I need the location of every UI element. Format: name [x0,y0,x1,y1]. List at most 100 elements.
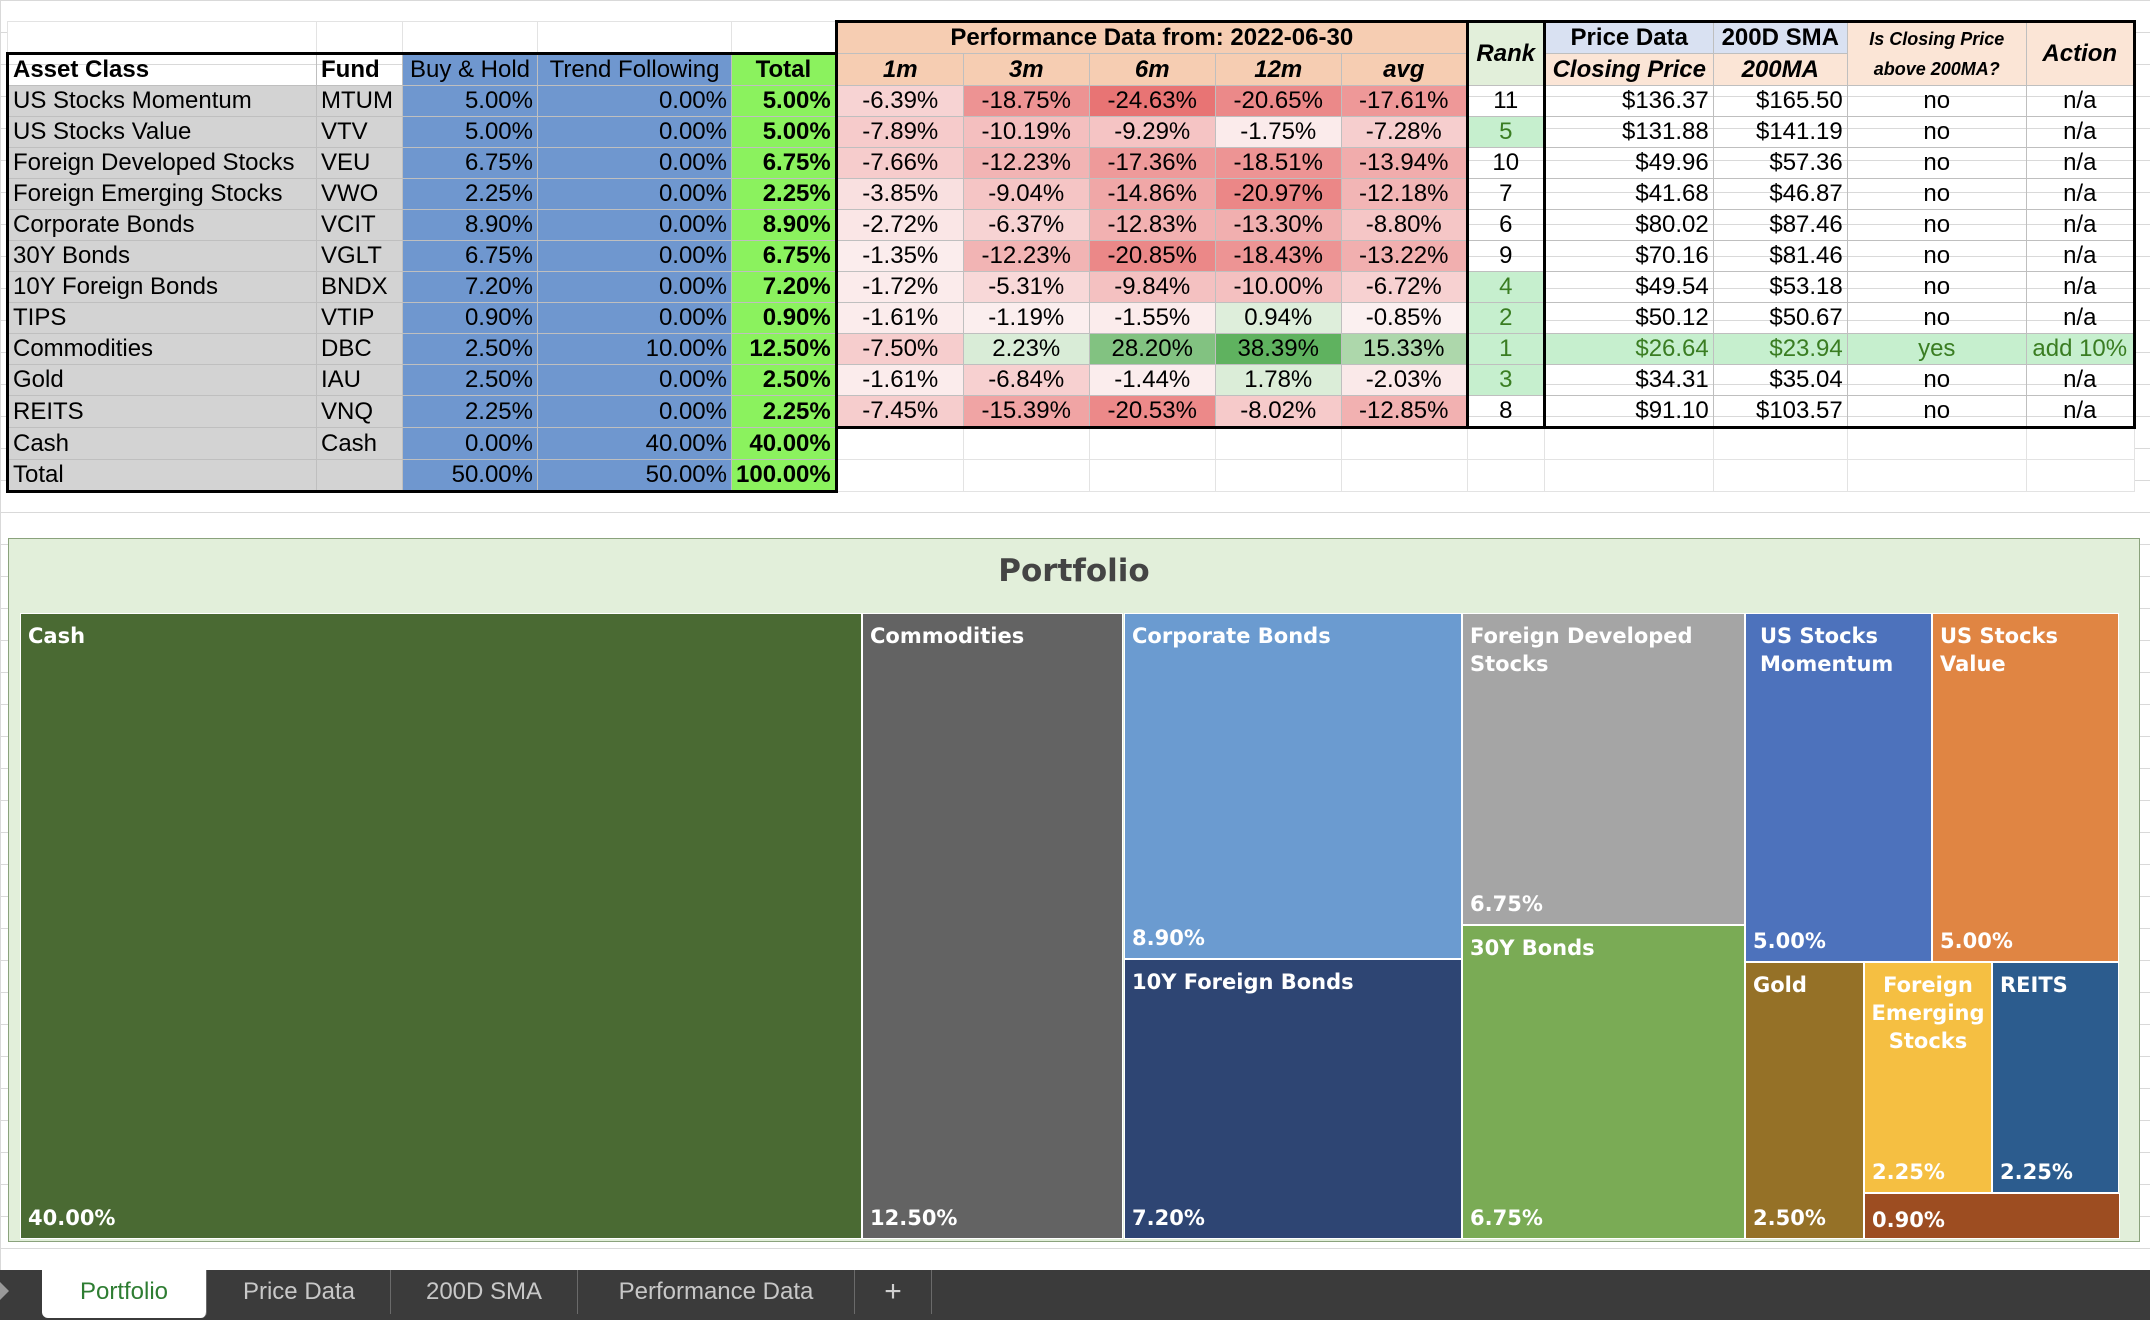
perf-avg-cell[interactable]: 15.33% [1340,333,1469,365]
action-cell[interactable]: n/a [2025,147,2136,179]
treemap-tile-10y-foreign-bonds[interactable]: 10Y Foreign Bonds 7.20% [1124,959,1462,1239]
perf-m6-cell[interactable]: -9.84% [1088,271,1216,303]
perf-m1-cell[interactable]: -3.85% [834,178,964,210]
tab-portfolio[interactable]: Portfolio [42,1270,207,1318]
perf-m6-cell[interactable]: -1.44% [1088,364,1216,396]
closing-price-cell[interactable]: $80.02 [1542,209,1714,241]
empty-cell[interactable] [962,459,1090,492]
rank-cell[interactable]: 8 [1465,395,1546,429]
total-cell[interactable]: 40.00% [731,427,838,460]
total-cell[interactable]: 2.25% [731,395,838,428]
trend-following-cell[interactable]: 0.00% [537,178,732,210]
perf-m12-cell[interactable]: -13.30% [1214,209,1342,241]
treemap-tile-foreign-emerging-stocks[interactable]: Foreign Emerging Stocks 2.25% [1864,962,1992,1193]
rank-cell[interactable]: 1 [1465,333,1546,365]
total-cell[interactable]: 5.00% [731,85,838,117]
rank-cell[interactable]: 2 [1465,302,1546,334]
asset-class-header[interactable]: Asset Class [6,52,317,86]
empty-cell[interactable] [1340,427,1468,460]
closing-price-cell[interactable]: $70.16 [1542,240,1714,272]
closing-price-cell[interactable]: $136.37 [1542,85,1714,117]
closing-price-cell[interactable]: $91.10 [1542,395,1714,429]
200ma-cell[interactable]: $87.46 [1712,209,1848,241]
buy-hold-cell[interactable]: 2.50% [402,333,538,365]
closing-price-header[interactable]: Closing Price [1542,53,1714,86]
empty-cell[interactable] [962,427,1090,460]
total-cell[interactable]: 100.00% [731,459,838,493]
perf-m3-cell[interactable]: -6.84% [962,364,1090,396]
perf-m3-cell[interactable]: -9.04% [962,178,1090,210]
perf-m6-cell[interactable]: -20.85% [1088,240,1216,272]
empty-cell[interactable] [1088,427,1216,460]
perf-m6-cell[interactable]: -9.29% [1088,116,1216,148]
action-cell[interactable]: n/a [2025,178,2136,210]
empty-cell[interactable] [1846,459,2027,492]
perf-m3-cell[interactable]: -6.37% [962,209,1090,241]
trend-following-cell[interactable]: 0.00% [537,364,732,396]
empty-cell[interactable] [1466,427,1545,460]
perf-m3-cell[interactable]: -12.23% [962,240,1090,272]
perf-m3-cell[interactable]: -18.75% [962,85,1090,117]
performance-data-title[interactable]: Performance Data from: 2022-06-30 [834,20,1469,54]
rank-cell[interactable]: 5 [1465,116,1546,148]
buy-hold-cell[interactable]: 0.00% [402,427,538,460]
above-200ma-cell[interactable]: no [1846,302,2027,334]
perf-avg-cell[interactable]: -0.85% [1340,302,1469,334]
fund-cell[interactable]: IAU [316,364,403,396]
above-200ma-cell[interactable]: no [1846,85,2027,117]
empty-cell[interactable] [1214,427,1342,460]
empty-cell[interactable] [835,427,964,460]
fund-cell[interactable]: VGLT [316,240,403,272]
buy-hold-cell[interactable]: 6.75% [402,147,538,179]
perf-m3-cell[interactable]: -12.23% [962,147,1090,179]
asset-class-cell[interactable]: Cash [6,427,317,460]
trend-following-cell[interactable]: 0.00% [537,240,732,272]
perf-m3-cell[interactable]: 2.23% [962,333,1090,365]
action-cell[interactable]: n/a [2025,395,2136,429]
fund-cell[interactable]: VEU [316,147,403,179]
total-cell[interactable]: 12.50% [731,333,838,365]
above-200ma-cell[interactable]: no [1846,364,2027,396]
action-cell[interactable]: add 10% [2025,333,2136,365]
m1-header[interactable]: 1m [834,53,964,86]
perf-m1-cell[interactable]: -7.50% [834,333,964,365]
action-cell[interactable]: n/a [2025,364,2136,396]
treemap-tile-corporate-bonds[interactable]: Corporate Bonds 8.90% [1124,613,1462,959]
perf-m1-cell[interactable]: -1.35% [834,240,964,272]
empty-cell[interactable] [1846,427,2027,460]
empty-cell[interactable] [2025,427,2135,460]
treemap-tile-cash[interactable]: Cash 40.00% [20,613,862,1239]
trend-following-cell[interactable]: 0.00% [537,116,732,148]
200ma-cell[interactable]: $53.18 [1712,271,1848,303]
200ma-header[interactable]: 200MA [1712,53,1848,86]
trend-following-cell[interactable]: 0.00% [537,147,732,179]
trend-following-cell[interactable]: 50.00% [537,459,732,493]
trend-following-cell[interactable]: 0.00% [537,302,732,334]
perf-avg-cell[interactable]: -6.72% [1340,271,1469,303]
action-cell[interactable]: n/a [2025,85,2136,117]
fund-cell[interactable]: DBC [316,333,403,365]
empty-cell[interactable] [1543,459,1714,492]
closing-price-cell[interactable]: $49.96 [1542,147,1714,179]
total-header[interactable]: Total [731,52,837,86]
buy-hold-cell[interactable]: 8.90% [402,209,538,241]
trend-following-header[interactable]: Trend Following [537,52,732,86]
perf-avg-cell[interactable]: -12.18% [1340,178,1469,210]
perf-m6-cell[interactable]: -14.86% [1088,178,1216,210]
total-cell[interactable]: 2.25% [731,178,838,210]
total-cell[interactable]: 8.90% [731,209,838,241]
buy-hold-cell[interactable]: 6.75% [402,240,538,272]
perf-m1-cell[interactable]: -7.89% [834,116,964,148]
action-cell[interactable]: n/a [2025,209,2136,241]
rank-cell[interactable]: 7 [1465,178,1546,210]
perf-m12-cell[interactable]: -20.97% [1214,178,1342,210]
rank-cell[interactable]: 6 [1465,209,1546,241]
trend-following-cell[interactable]: 0.00% [537,395,732,428]
treemap-tile-30y-bonds[interactable]: 30Y Bonds 6.75% [1462,925,1745,1239]
empty-cell[interactable] [835,459,964,492]
perf-m12-cell[interactable]: 38.39% [1214,333,1342,365]
200ma-cell[interactable]: $141.19 [1712,116,1848,148]
buy-hold-header[interactable]: Buy & Hold [402,52,538,86]
rank-cell[interactable]: 11 [1465,85,1546,117]
trend-following-cell[interactable]: 40.00% [537,427,732,460]
